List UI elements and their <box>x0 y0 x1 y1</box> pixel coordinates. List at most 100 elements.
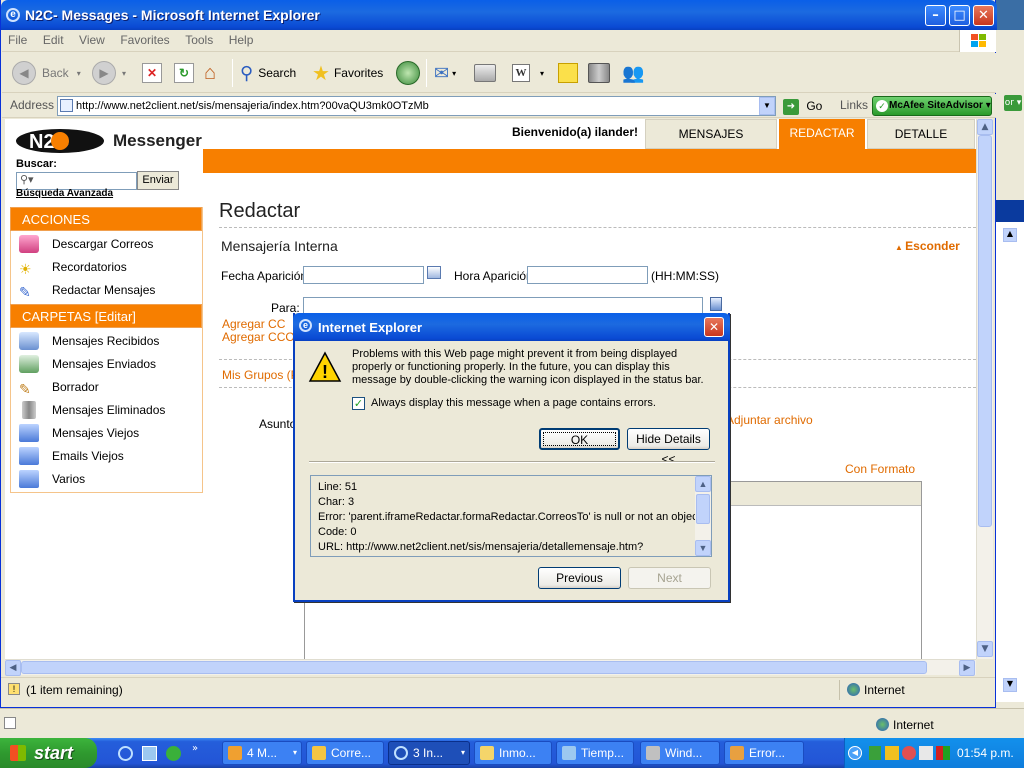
agregar-cco-link[interactable]: Agregar CCO <box>222 330 295 344</box>
print-button[interactable] <box>474 59 496 87</box>
star-icon: ★ <box>312 62 330 85</box>
stop-button[interactable]: ✕ <box>142 59 162 87</box>
dialog-close-button[interactable]: ✕ <box>704 317 724 337</box>
fecha-input[interactable] <box>303 266 424 284</box>
search-icon: ⚲▾ <box>20 173 34 186</box>
agregar-cc-link[interactable]: Agregar CC <box>222 317 285 331</box>
window-icon <box>646 746 660 760</box>
back-button[interactable]: ◀ Back ▾ <box>12 59 81 87</box>
quicklaunch-desktop-icon[interactable] <box>142 746 157 761</box>
word-icon: W <box>512 64 530 82</box>
error-details-box: Line: 51 Char: 3 Error: 'parent.iframeRe… <box>310 475 712 557</box>
address-input[interactable]: http://www.net2client.net/sis/mensajeria… <box>57 96 776 116</box>
warning-status-icon[interactable]: ! <box>8 683 20 695</box>
dialog-separator <box>309 461 715 463</box>
taskbar-item-messenger[interactable]: 4 M... ▾ <box>222 741 302 765</box>
hora-input[interactable] <box>527 266 648 284</box>
adjuntar-archivo-link[interactable]: Adjuntar archivo <box>726 413 813 427</box>
favorites-button[interactable]: ★ Favorites <box>312 59 383 87</box>
taskbar-item-inmo[interactable]: Inmo... <box>474 741 552 765</box>
con-formato-link[interactable]: Con Formato <box>845 462 915 476</box>
standard-toolbar: ◀ Back ▾ ▶ ▾ ✕ ↻ ⌂ ⚲ Search ★ Favorites ✉ ▾ <box>2 53 996 93</box>
hide-details-button[interactable]: Hide Details << <box>627 428 710 466</box>
ok-button[interactable]: OK <box>539 428 620 450</box>
clock[interactable]: 01:54 p.m. <box>957 746 1014 760</box>
tab-mensajes-recibidos[interactable]: MENSAJES RECIBIDOS <box>645 119 777 169</box>
mail-button[interactable]: ✉ ▾ <box>434 59 456 87</box>
menu-help[interactable]: Help <box>223 30 260 50</box>
reminder-icon: ☀ <box>19 261 32 277</box>
scroll-up-button[interactable]: ▲ <box>977 119 993 135</box>
tray-icon-3[interactable] <box>902 746 916 760</box>
menu-file[interactable]: File <box>2 30 33 50</box>
ie-icon: e <box>299 319 312 332</box>
tray-icon-1[interactable] <box>869 746 881 760</box>
forward-button[interactable]: ▶ ▾ <box>92 59 126 87</box>
hide-link[interactable]: ▲ Esconder <box>895 239 960 253</box>
always-display-checkbox[interactable]: ✓ <box>352 397 365 410</box>
messenger-button[interactable]: 👥 <box>622 59 644 87</box>
tray-icon-2[interactable] <box>885 746 899 760</box>
home-button[interactable]: ⌂ <box>204 59 216 87</box>
carpetas-header[interactable]: CARPETAS [Editar] <box>10 304 202 328</box>
horizontal-scrollbar[interactable]: ◀ ▶ <box>5 659 976 676</box>
discuss-button[interactable] <box>558 59 578 87</box>
scroll-thumb[interactable] <box>978 135 992 527</box>
menu-tools[interactable]: Tools <box>179 30 219 50</box>
minimize-button[interactable]: – <box>925 5 946 26</box>
taskbar-item-ie[interactable]: 3 In... ▾ <box>388 741 470 765</box>
scroll-up-button[interactable]: ▲ <box>695 476 711 492</box>
acciones-header: ACCIONES <box>10 207 202 231</box>
divider <box>219 227 976 228</box>
edit-button[interactable]: W ▾ <box>512 59 544 87</box>
address-dropdown[interactable]: ▼ <box>759 97 775 115</box>
address-book-icon[interactable] <box>710 297 722 311</box>
history-button[interactable] <box>396 59 426 87</box>
siteadvisor-button[interactable]: ✓ McAfee SiteAdvisor ▾ <box>872 96 992 116</box>
tray-expand-icon[interactable]: ◀ <box>848 746 862 760</box>
scroll-left-button[interactable]: ◀ <box>5 660 21 676</box>
tray-icon-5[interactable] <box>936 746 950 760</box>
start-button[interactable]: start <box>0 738 97 768</box>
taskbar-item-correo[interactable]: Corre... <box>306 741 384 765</box>
menu-view[interactable]: View <box>73 30 111 50</box>
vertical-scrollbar[interactable]: ▲ ▼ <box>976 119 993 659</box>
quicklaunch-expand[interactable]: » <box>192 743 198 754</box>
close-button[interactable]: ✕ <box>973 5 994 26</box>
app-name: Messenger <box>113 131 202 150</box>
menu-edit[interactable]: Edit <box>37 30 70 50</box>
ie-error-dialog: e Internet Explorer ✕ ! Problems with th… <box>293 313 730 602</box>
mis-grupos-link[interactable]: Mis Grupos (Pr <box>222 368 303 382</box>
menu-favorites[interactable]: Favorites <box>114 30 175 50</box>
mail-icon: ✉ <box>434 62 450 83</box>
research-button[interactable] <box>588 59 610 87</box>
go-button[interactable]: ➜ Go <box>783 96 822 116</box>
scroll-down-button[interactable]: ▼ <box>977 641 993 657</box>
document-icon <box>562 746 576 760</box>
calendar-icon[interactable] <box>427 266 441 279</box>
taskbar-item-windows[interactable]: Wind... <box>640 741 720 765</box>
search-button[interactable]: ⚲ Search <box>240 59 296 87</box>
tray-icon-4[interactable] <box>919 746 933 760</box>
details-scrollbar[interactable]: ▲ ▼ <box>695 476 711 556</box>
enviar-button[interactable]: Enviar <box>137 171 179 190</box>
scroll-down-button[interactable]: ▼ <box>695 540 711 556</box>
scroll-thumb[interactable] <box>696 494 710 524</box>
refresh-button[interactable]: ↻ <box>174 59 194 87</box>
taskbar-item-error[interactable]: Error... <box>724 741 804 765</box>
taskbar-item-tiempo[interactable]: Tiemp... <box>556 741 634 765</box>
advanced-search-link[interactable]: Búsqueda Avanzada <box>16 188 113 199</box>
outer-zone-label: Internet <box>893 718 934 732</box>
hscroll-thumb[interactable] <box>21 661 927 674</box>
trash-icon <box>22 401 36 419</box>
tab-detalle-mensaje[interactable]: DETALLE MENSAJE <box>867 119 975 169</box>
tab-redactar[interactable]: REDACTAR <box>779 119 865 149</box>
quicklaunch-ie-icon[interactable] <box>118 746 133 761</box>
scroll-right-button[interactable]: ▶ <box>959 660 975 676</box>
maximize-button[interactable]: □ <box>949 5 970 26</box>
previous-button[interactable]: Previous <box>538 567 621 589</box>
status-text: (1 item remaining) <box>26 683 123 697</box>
next-button[interactable]: Next <box>628 567 711 589</box>
links-label[interactable]: Links <box>840 98 868 112</box>
quicklaunch-app-icon[interactable] <box>166 746 181 761</box>
